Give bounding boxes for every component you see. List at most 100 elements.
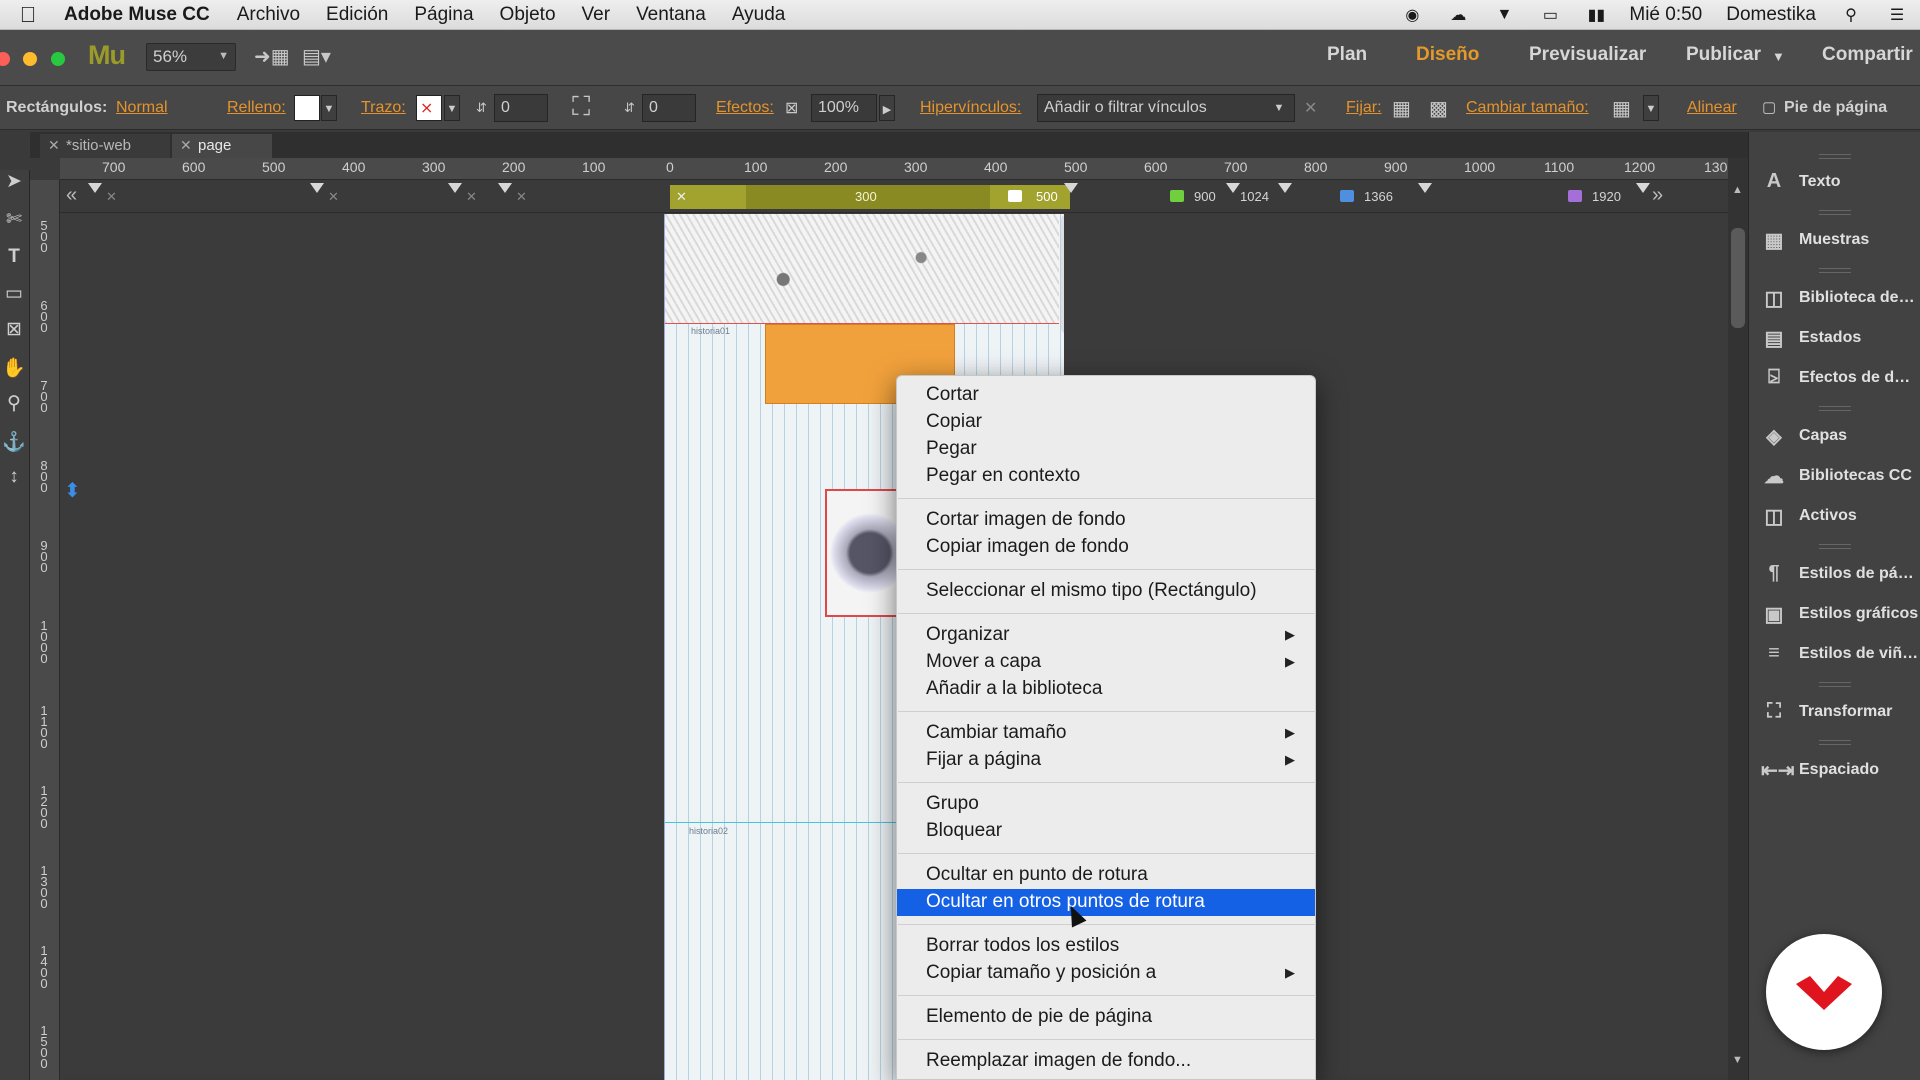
scrollbar-thumb[interactable]	[1731, 228, 1745, 328]
place-file-icon[interactable]: ➜▦	[254, 44, 290, 69]
breakpoint-delete-icon[interactable]: ✕	[516, 189, 527, 205]
menu-item-borrar-estilos[interactable]: Borrar todos los estilos	[897, 933, 1315, 960]
pin-position-icon[interactable]: ▦	[1392, 96, 1411, 121]
breakpoint-delete-icon[interactable]: ✕	[676, 189, 687, 205]
menu-item-reemplazar-imagen-fondo[interactable]: Reemplazar imagen de fondo...	[897, 1048, 1315, 1075]
minimize-window-button[interactable]	[23, 52, 37, 66]
close-tab-icon[interactable]: ✕	[48, 137, 60, 154]
panel-grip[interactable]	[1819, 210, 1851, 215]
opacity-dropdown[interactable]: ▶	[879, 95, 895, 121]
panel-texto[interactable]: A Texto	[1749, 162, 1920, 202]
mode-plan[interactable]: Plan	[1327, 44, 1367, 66]
menu-item-mover-a-capa[interactable]: Mover a capa ▶	[897, 649, 1315, 676]
breakpoint-marker[interactable]	[498, 183, 512, 193]
zoom-select[interactable]: 56% ▼	[146, 43, 236, 71]
menu-item-cortar-imagen-fondo[interactable]: Cortar imagen de fondo	[897, 507, 1315, 534]
menu-item-fijar-a-pagina[interactable]: Fijar a página ▶	[897, 747, 1315, 774]
crop-tool-icon[interactable]: ✄	[0, 208, 28, 238]
text-tool-icon[interactable]: T	[0, 246, 28, 276]
stroke-swatch[interactable]: ⨯	[416, 95, 442, 121]
menu-archivo[interactable]: Archivo	[237, 4, 300, 26]
panel-transformar[interactable]: ⛶ Transformar	[1749, 692, 1920, 732]
panel-estilos-parrafo[interactable]: ¶ Estilos de párr...	[1749, 554, 1920, 594]
breakpoint-color-marker[interactable]	[1170, 190, 1184, 202]
menu-item-cambiar-tamano[interactable]: Cambiar tamaño ▶	[897, 720, 1315, 747]
state-link[interactable]: Normal	[116, 99, 168, 117]
menu-item-ocultar-otros-puntos-rotura[interactable]: Ocultar en otros puntos de rotura	[897, 889, 1315, 916]
wifi-icon[interactable]: ▼	[1493, 6, 1515, 24]
page-view-options-icon[interactable]: ▤▾	[302, 44, 331, 69]
page-height-tool-icon[interactable]: ↕	[0, 466, 28, 496]
breakpoint-delete-icon[interactable]: ✕	[328, 189, 339, 205]
stroke-dropdown[interactable]: ▼	[444, 95, 460, 121]
menu-objeto[interactable]: Objeto	[500, 4, 556, 26]
hand-tool-icon[interactable]: ✋	[0, 356, 28, 386]
resize-link[interactable]: Cambiar tamaño:	[1466, 99, 1589, 117]
breakpoint-delete-icon[interactable]: ✕	[106, 189, 117, 205]
panel-espaciado[interactable]: ⇤⇥ Espaciado	[1749, 750, 1920, 790]
breakpoint-color-marker[interactable]	[1340, 190, 1354, 202]
breakpoint-marker[interactable]	[1226, 183, 1240, 193]
image-frame-tool-icon[interactable]: ⊠	[0, 318, 28, 348]
spotlight-search-icon[interactable]: ⚲	[1840, 6, 1862, 24]
breakpoint-marker[interactable]	[1278, 183, 1292, 193]
panel-grip[interactable]	[1819, 544, 1851, 549]
breakpoint-color-marker[interactable]	[1568, 190, 1582, 202]
effects-link[interactable]: Efectos:	[716, 99, 774, 117]
mode-diseno[interactable]: Diseño	[1416, 44, 1479, 66]
resize-mode-icon[interactable]: ▦	[1612, 96, 1631, 121]
panel-grip[interactable]	[1819, 740, 1851, 745]
mode-compartir[interactable]: Compartir	[1822, 44, 1913, 66]
panel-grip[interactable]	[1819, 406, 1851, 411]
menu-item-pegar[interactable]: Pegar	[897, 436, 1315, 463]
corner-radius-input[interactable]: 0	[642, 94, 696, 122]
menu-item-cortar[interactable]: Cortar	[897, 382, 1315, 409]
menu-item-anadir-biblioteca[interactable]: Añadir a la biblioteca	[897, 676, 1315, 703]
menu-ventana[interactable]: Ventana	[636, 4, 706, 26]
menu-item-bloquear[interactable]: Bloquear	[897, 818, 1315, 845]
panel-biblioteca-widgets[interactable]: ◫ Biblioteca de w...	[1749, 278, 1920, 318]
hyperlinks-link[interactable]: Hipervínculos:	[920, 99, 1021, 117]
mode-publicar[interactable]: Publicar	[1686, 44, 1761, 66]
hyperlinks-input[interactable]: Añadir o filtrar vínculos	[1037, 94, 1295, 122]
header-illustration[interactable]	[665, 214, 1059, 324]
resize-dropdown[interactable]: ▼	[1643, 95, 1659, 121]
panel-muestras[interactable]: ▦ Muestras	[1749, 220, 1920, 260]
panel-activos[interactable]: ◫ Activos	[1749, 496, 1920, 536]
close-window-button[interactable]	[0, 52, 10, 66]
menu-item-ocultar-punto-rotura[interactable]: Ocultar en punto de rotura	[897, 862, 1315, 889]
chevron-down-icon[interactable]: ▼	[1772, 49, 1785, 64]
rectangle-tool-icon[interactable]: ▭	[0, 282, 28, 312]
effects-icon[interactable]: ⊠	[785, 98, 798, 118]
menu-ayuda[interactable]: Ayuda	[732, 4, 786, 26]
opacity-input[interactable]: 100%	[811, 94, 877, 122]
corner-radius-stepper-icon[interactable]: ⇵	[624, 100, 635, 116]
fill-swatch[interactable]	[294, 95, 320, 121]
creative-cloud-icon[interactable]: ☁	[1447, 6, 1469, 24]
selected-image-frame[interactable]	[825, 489, 907, 617]
menubar-user[interactable]: Domestika	[1726, 4, 1816, 26]
menu-item-grupo[interactable]: Grupo	[897, 791, 1315, 818]
menu-item-copiar[interactable]: Copiar	[897, 409, 1315, 436]
hyperlinks-dropdown[interactable]: ▼	[1271, 95, 1287, 121]
vertical-scrollbar[interactable]: ▲ ▼	[1728, 158, 1748, 1080]
menu-item-copiar-tamano-posicion[interactable]: Copiar tamaño y posición a ▶	[897, 960, 1315, 987]
header-scroll-effect-handle[interactable]	[1061, 214, 1064, 334]
app-menu[interactable]: Adobe Muse CC	[64, 4, 210, 26]
collapse-left-icon[interactable]: «	[66, 184, 77, 207]
menu-item-elemento-pie-pagina[interactable]: Elemento de pie de página	[897, 1004, 1315, 1031]
zoom-tool-icon[interactable]: ⚲	[0, 392, 28, 422]
selection-tool-icon[interactable]: ➤	[0, 170, 28, 200]
breakpoint-marker[interactable]	[88, 183, 102, 193]
stroke-width-stepper-icon[interactable]: ⇵	[476, 100, 487, 116]
mode-previsualizar[interactable]: Previsualizar	[1529, 44, 1646, 66]
menu-item-seleccionar-mismo-tipo[interactable]: Seleccionar el mismo tipo (Rectángulo)	[897, 578, 1315, 605]
breakpoint-resize-handle-icon[interactable]: ⬍	[64, 478, 81, 503]
pin-layout-icon[interactable]: ▩	[1429, 96, 1448, 121]
menu-edicion[interactable]: Edición	[326, 4, 388, 26]
breakpoint-marker[interactable]	[1636, 183, 1650, 193]
anchor-historia02[interactable]: historia02	[689, 826, 728, 836]
menu-pagina[interactable]: Página	[414, 4, 473, 26]
design-canvas[interactable]: historia01 historia02	[60, 214, 1728, 1080]
breakpoint-marker[interactable]	[448, 183, 462, 193]
